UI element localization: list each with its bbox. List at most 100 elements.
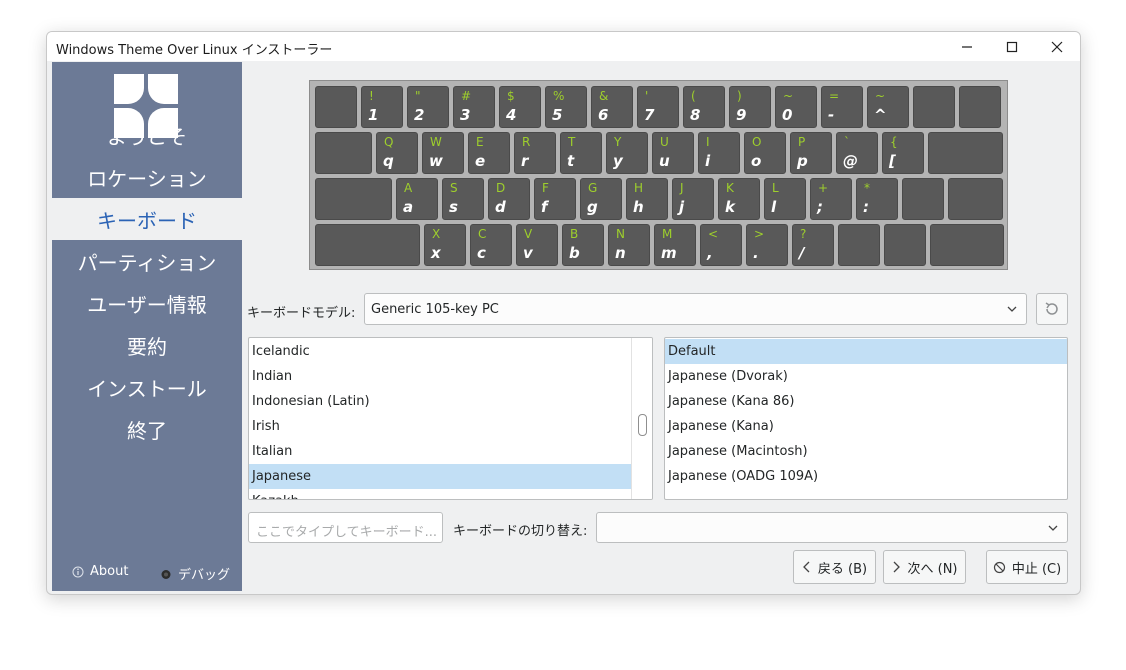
key-shift-label: (: [691, 89, 696, 103]
key-label: i: [705, 152, 711, 170]
key-label: 8: [690, 106, 701, 124]
keyboard-key: Ww: [422, 132, 464, 174]
key-label: c: [477, 244, 486, 262]
layout-list-scrollbar[interactable]: [631, 338, 652, 499]
sidebar-item[interactable]: インストール: [52, 366, 242, 408]
debug-label: デバッグ: [178, 568, 231, 583]
refresh-icon: [1045, 302, 1058, 315]
keyboard-key: (8: [683, 86, 725, 128]
keyboard-model-select[interactable]: Generic 105-key PC: [364, 293, 1027, 325]
list-item[interactable]: Irish: [249, 414, 631, 439]
key-shift-label: +: [818, 181, 829, 195]
keyboard-key: [838, 224, 880, 266]
keyboard-switch-select[interactable]: [596, 512, 1068, 543]
key-label: .: [753, 244, 759, 262]
title-bar[interactable]: Windows Theme Over Linux インストーラー: [47, 32, 1080, 61]
key-label: ^: [874, 106, 887, 124]
keyboard-model-label: キーボードモデル:: [247, 306, 356, 321]
key-shift-label: L: [772, 181, 779, 195]
list-item[interactable]: Japanese (Kana 86): [665, 389, 1067, 414]
key-label: v: [523, 244, 533, 262]
keyboard-key: [959, 86, 1001, 128]
keyboard-switch-label: キーボードの切り替え:: [453, 524, 588, 539]
key-label: m: [661, 244, 677, 262]
keyboard-model-value: Generic 105-key PC: [371, 302, 499, 317]
keyboard-key: Jj: [672, 178, 714, 220]
key-label: ;: [817, 198, 823, 216]
keyboard-key: [930, 224, 1004, 266]
sidebar: ようこそ ロケーション キーボード パーティション ユーザー情報 要約 インストール 終了 A…: [52, 62, 242, 591]
cancel-button[interactable]: 中止 (C): [986, 550, 1068, 584]
list-item[interactable]: Indonesian (Latin): [249, 389, 631, 414]
key-shift-label: G: [588, 181, 598, 195]
key-shift-label: A: [404, 181, 413, 195]
list-item[interactable]: Japanese (OADG 109A): [665, 464, 1067, 489]
list-item[interactable]: Default: [665, 339, 1067, 364]
keyboard-key: Kk: [718, 178, 760, 220]
key-label: g: [587, 198, 598, 216]
keyboard-test-input[interactable]: ここでタイプしてキーボード...: [248, 512, 443, 543]
back-button[interactable]: 戻る (B): [793, 550, 876, 584]
key-shift-label: B: [570, 227, 579, 241]
list-item[interactable]: Japanese (Dvorak): [665, 364, 1067, 389]
keyboard-key: Ii: [698, 132, 740, 174]
maximize-icon: [1006, 41, 1018, 53]
minimize-icon: [962, 46, 972, 48]
keyboard-key: ) 9: [729, 86, 771, 128]
keyboard-key: ! 1: [361, 86, 403, 128]
list-item[interactable]: Indian: [249, 364, 631, 389]
keyboard-key: Rr: [514, 132, 556, 174]
list-item[interactable]: Kazakh: [249, 489, 631, 499]
keyboard-key: <,: [700, 224, 742, 266]
key-shift-label: Y: [614, 135, 622, 149]
sidebar-item[interactable]: パーティション: [52, 240, 242, 282]
minimize-button[interactable]: [952, 36, 982, 58]
chevron-down-icon: [1048, 525, 1058, 531]
keyboard-key: Ee: [468, 132, 510, 174]
key-label: :: [863, 198, 869, 216]
close-button[interactable]: [1042, 36, 1072, 58]
key-shift-label: $: [507, 89, 515, 103]
keyboard-key: Cc: [470, 224, 512, 266]
key-shift-label: R: [522, 135, 531, 149]
layout-list[interactable]: Icelandic Indian Indonesian (Latin) Irish It…: [248, 337, 653, 500]
key-shift-label: ': [645, 89, 649, 103]
key-shift-label: ~: [783, 89, 794, 103]
sidebar-item[interactable]: 要約: [52, 324, 242, 366]
list-item[interactable]: Italian: [249, 439, 631, 464]
about-button[interactable]: About: [72, 564, 128, 579]
list-item[interactable]: Icelandic: [249, 339, 631, 364]
key-label: o: [751, 152, 762, 170]
next-button[interactable]: 次へ (N): [883, 550, 966, 584]
key-label: q: [383, 152, 394, 170]
keyboard-key: Vv: [516, 224, 558, 266]
sidebar-item[interactable]: ようこそ: [52, 114, 242, 156]
key-shift-label: E: [476, 135, 484, 149]
maximize-button[interactable]: [997, 36, 1027, 58]
list-item[interactable]: Japanese (Macintosh): [665, 439, 1067, 464]
sidebar-item[interactable]: キーボード: [52, 198, 242, 240]
keyboard-key: [315, 132, 372, 174]
chevron-right-icon: [894, 561, 901, 573]
debug-button[interactable]: デバッグ: [160, 564, 230, 583]
cancel-icon: [993, 561, 1005, 573]
keyboard-key: [902, 178, 944, 220]
key-label: u: [659, 152, 670, 170]
keyboard-key: Tt: [560, 132, 602, 174]
list-item[interactable]: Japanese: [249, 464, 631, 489]
key-shift-label: M: [662, 227, 673, 241]
keyboard-preview: ! 1 " 2 #3 $4% 5 & 6 ' 7(8) 9 ~0 = - ~ ^ Qq Ww Ee Rr Tt Yy Uu Ii…: [309, 80, 1008, 270]
key-shift-label: =: [829, 89, 840, 103]
sidebar-item[interactable]: ユーザー情報: [52, 282, 242, 324]
sidebar-item[interactable]: ロケーション: [52, 156, 242, 198]
key-shift-label: ~: [875, 89, 886, 103]
reset-model-button[interactable]: [1036, 293, 1068, 325]
list-item[interactable]: Japanese (Kana): [665, 414, 1067, 439]
key-label: r: [521, 152, 529, 170]
variant-list[interactable]: Default Japanese (Dvorak) Japanese (Kana 8…: [664, 337, 1068, 500]
keyboard-key: Xx: [424, 224, 466, 266]
scrollbar-thumb[interactable]: [638, 414, 647, 436]
keyboard-key: = -: [821, 86, 863, 128]
keyboard-key: [315, 86, 357, 128]
sidebar-item[interactable]: 終了: [52, 408, 242, 450]
